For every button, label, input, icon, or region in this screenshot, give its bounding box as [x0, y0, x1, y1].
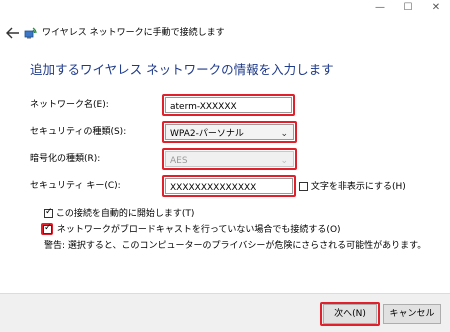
arrow-left-icon[interactable] [6, 27, 20, 39]
security-key-highlight: XXXXXXXXXXXXXX [162, 175, 296, 197]
security-key-label: セキュリティ キー(C): [30, 181, 121, 191]
page-heading: 追加するワイヤレス ネットワークの情報を入力します [30, 62, 334, 77]
window-title: ワイヤレス ネットワークに手動で接続します [42, 28, 225, 38]
cancel-button[interactable]: キャンセル [383, 304, 441, 324]
security-type-highlight: WPA2-パーソナル ⌄ [162, 121, 297, 143]
connect-hidden-option[interactable]: ネットワークがブロードキャストを行っていない場合でも接続する(O) [43, 223, 341, 236]
chevron-down-icon: ⌄ [280, 129, 288, 139]
security-type-value: WPA2-パーソナル [170, 129, 244, 139]
hide-characters-label: 文字を非表示にする(H) [310, 182, 406, 192]
connect-hidden-checkbox[interactable] [43, 223, 52, 234]
auto-connect-checkbox[interactable] [44, 207, 53, 218]
maximize-button[interactable]: ☐ [394, 0, 422, 16]
close-button[interactable]: ✕ [422, 0, 450, 16]
auto-connect-label: この接続を自動的に開始します(T) [55, 209, 195, 219]
chevron-down-icon: ⌄ [280, 156, 288, 166]
auto-connect-option[interactable]: この接続を自動的に開始します(T) [44, 207, 195, 220]
privacy-warning: 警告: 選択すると、このコンピューターのプライバシーが危険にさらされる可能性があ… [44, 241, 427, 251]
encryption-value: AES [170, 156, 188, 166]
hide-characters-option[interactable]: 文字を非表示にする(H) [299, 181, 406, 193]
next-button-highlight: 次へ(N) [320, 302, 380, 326]
network-name-highlight: aterm-XXXXXX [162, 94, 295, 116]
network-name-input[interactable]: aterm-XXXXXX [165, 97, 292, 113]
next-button[interactable]: 次へ(N) [323, 304, 377, 324]
wireless-network-icon [24, 26, 38, 40]
security-type-select[interactable]: WPA2-パーソナル ⌄ [165, 124, 294, 140]
network-name-label: ネットワーク名(E): [30, 100, 109, 110]
encryption-label: 暗号化の種類(R): [30, 154, 101, 164]
encryption-highlight: AES ⌄ [162, 148, 297, 170]
security-type-label: セキュリティの種類(S): [30, 127, 127, 137]
connect-hidden-label: ネットワークがブロードキャストを行っていない場合でも接続する(O) [56, 225, 341, 235]
hide-characters-checkbox[interactable] [299, 182, 308, 191]
security-key-input[interactable]: XXXXXXXXXXXXXX [165, 178, 293, 194]
minimize-button[interactable]: — [366, 0, 394, 16]
encryption-select: AES ⌄ [165, 151, 294, 167]
